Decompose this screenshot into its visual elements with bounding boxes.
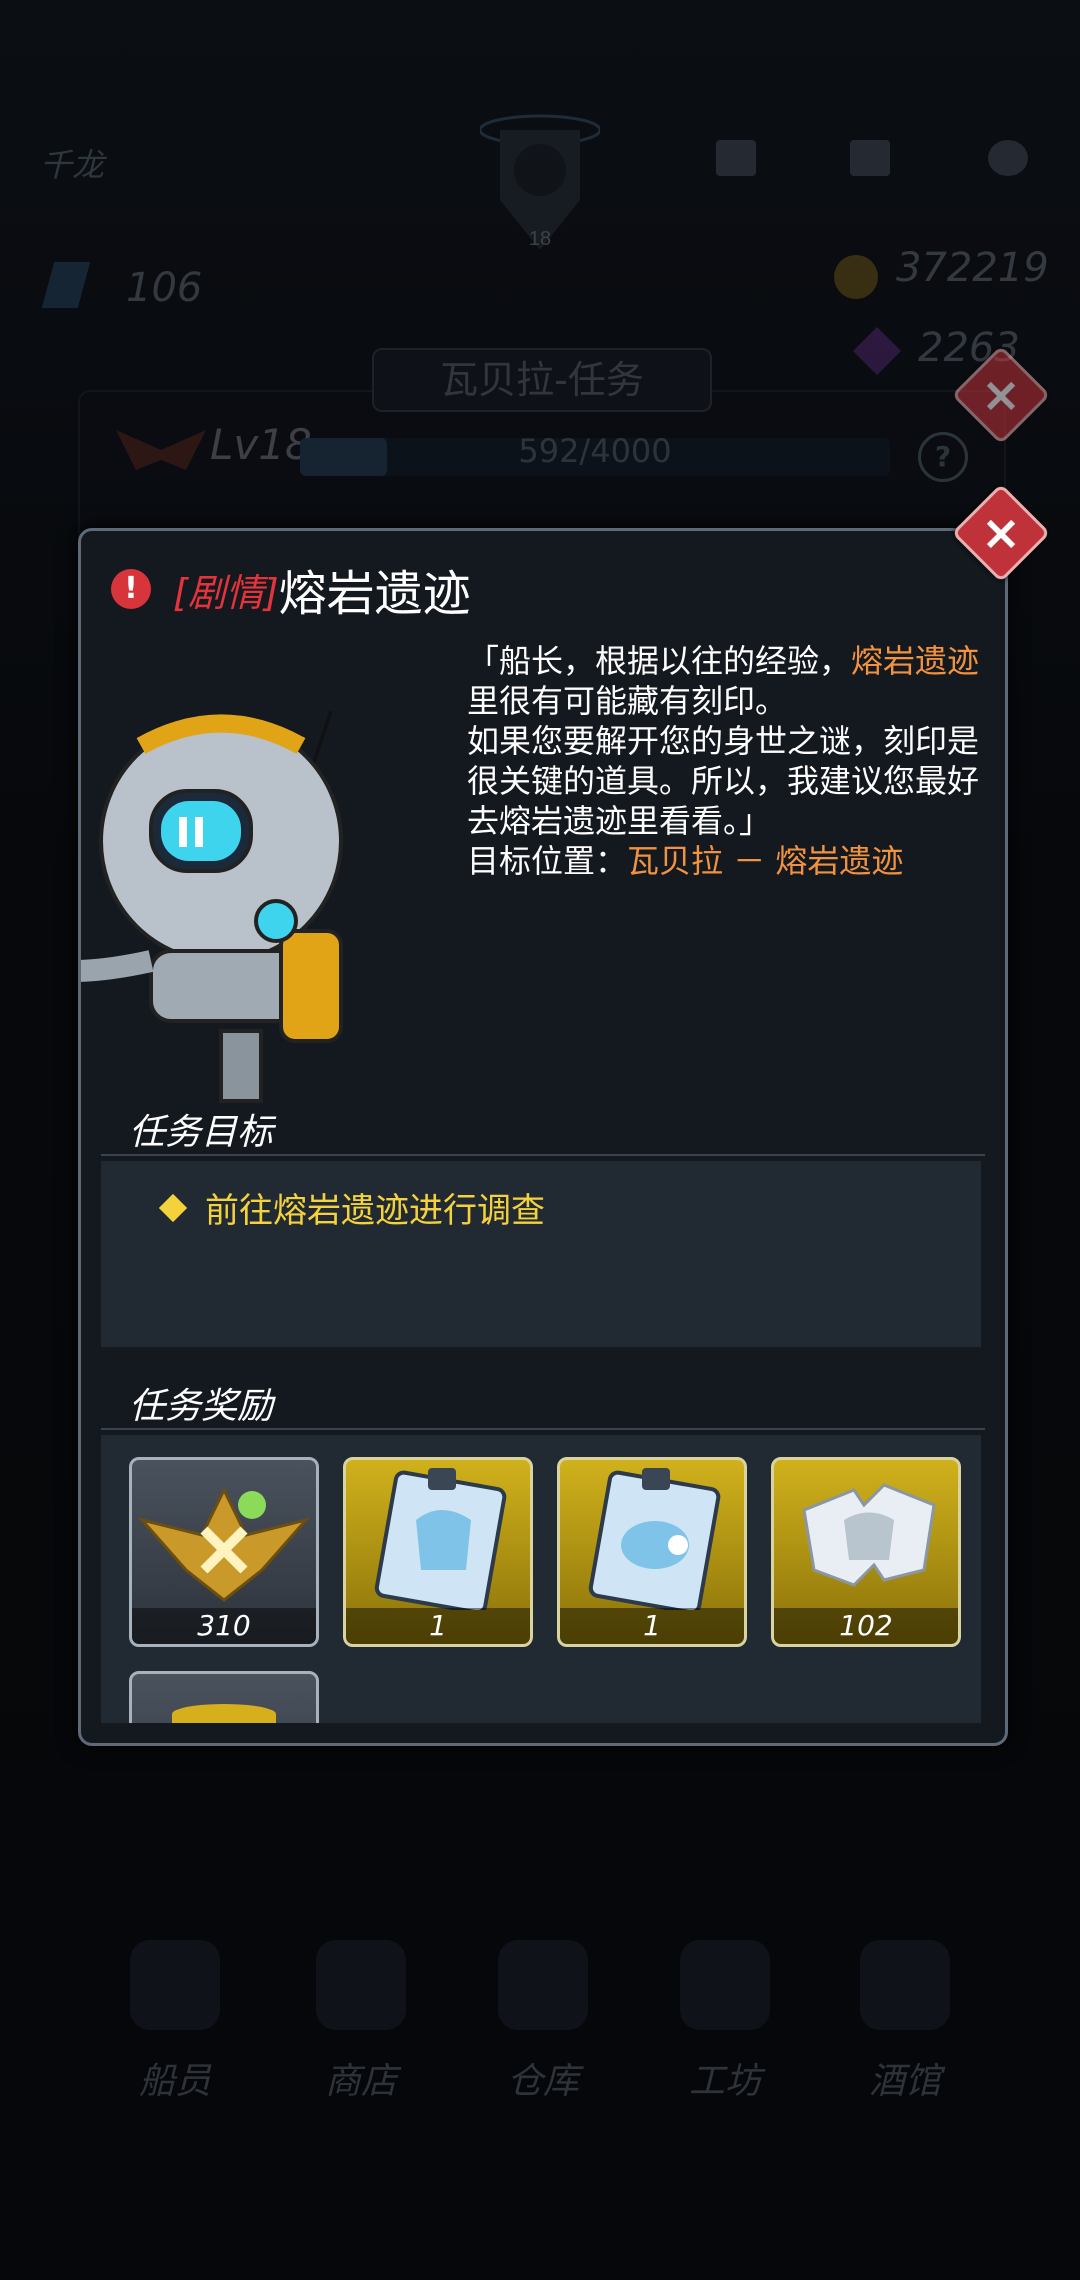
nav-label: 商店 <box>324 2061 397 2102</box>
settings-gear-icon[interactable] <box>988 140 1028 176</box>
reward-item[interactable]: 1 <box>557 1457 747 1647</box>
rank-emblem-icon: 18 <box>480 114 600 250</box>
quest-detail-dialog: ! [剧情] 熔岩遗迹 「船长，根据以往的经验，熔岩遗迹里很有可能藏有刻印。 如… <box>78 528 1008 1746</box>
dialog-text: 「船长，根据以往的经验，熔岩遗迹里很有可能藏有刻印。 如果您要解开您的身世之谜，… <box>467 641 993 881</box>
nav-item-warehouse[interactable]: 仓库 <box>468 1940 618 2104</box>
tavern-icon <box>860 1940 950 2030</box>
quest-type-tag: [剧情] <box>173 570 279 615</box>
reward-count: 1 <box>346 1608 530 1644</box>
reward-count: 102 <box>774 1608 958 1644</box>
diamond-bullet-icon <box>158 1193 188 1222</box>
warehouse-icon <box>498 1940 588 2030</box>
nav-label: 工坊 <box>688 2061 761 2102</box>
reward-item[interactable]: 102 <box>771 1457 961 1647</box>
nav-label: 船员 <box>138 2061 211 2102</box>
divider <box>101 1428 985 1430</box>
alert-icon: ! <box>111 569 151 609</box>
energy-value: 106 <box>126 265 203 311</box>
nav-item-shop[interactable]: 商店 <box>286 1940 436 2104</box>
dialog-header: ! [剧情] 熔岩遗迹 <box>111 551 471 627</box>
weapon-blueprint-icon <box>588 1468 721 1610</box>
energy-bolt-icon <box>41 262 91 308</box>
close-icon: × <box>980 505 1022 561</box>
target-label: 目标位置： <box>467 842 628 880</box>
bottom-nav: 船员 商店 仓库 工坊 酒馆 <box>0 1940 1080 2160</box>
rewards-box: 310 1 1 102 <box>101 1435 981 1723</box>
dialog-text-segment: 「船长，根据以往的经验， <box>467 642 852 680</box>
nav-label: 酒馆 <box>868 2061 941 2102</box>
nav-item-workshop[interactable]: 工坊 <box>650 1940 800 2104</box>
nav-item-tavern[interactable]: 酒馆 <box>830 1940 980 2104</box>
dialog-highlight-location: 熔岩遗迹 <box>851 642 980 680</box>
quest-panel-title: 瓦贝拉-任务 <box>372 348 712 412</box>
sound-icon[interactable] <box>716 140 756 176</box>
reward-partial-icon <box>172 1704 276 1723</box>
armor-blueprint-icon <box>374 1468 507 1610</box>
objective-text: 前往熔岩遗迹进行调查 <box>205 1191 545 1231</box>
target-value: 瓦贝拉 － 熔岩遗迹 <box>627 842 904 880</box>
nav-item-crew[interactable]: 船员 <box>100 1940 250 2104</box>
objective-section-title: 任务目标 <box>129 1112 274 1153</box>
nav-label: 仓库 <box>506 2061 579 2102</box>
player-name: 千龙 <box>40 146 105 184</box>
level-wing-badge-icon <box>116 430 206 470</box>
objective-box: 前往熔岩遗迹进行调查 <box>101 1161 981 1347</box>
objective-item: 前往熔岩遗迹进行调查 <box>158 1183 545 1232</box>
quest-title: 熔岩遗迹 <box>278 566 471 622</box>
dialog-text-segment: 里很有可能藏有刻印。 <box>467 682 788 720</box>
close-icon: × <box>980 367 1022 423</box>
rank-badge-number: 18 <box>529 228 551 250</box>
gem-icon <box>852 326 902 376</box>
reward-count: 1 <box>560 1608 744 1644</box>
robot-npc-portrait <box>81 710 343 1103</box>
reward-item[interactable]: 310 <box>129 1457 319 1647</box>
rank-exp-badge-icon <box>137 1486 311 1602</box>
mail-icon[interactable] <box>850 140 890 176</box>
reward-item[interactable] <box>129 1671 319 1723</box>
gold-value: 372219 <box>896 245 1049 291</box>
shop-icon <box>316 1940 406 2030</box>
dialog-paragraph-2: 如果您要解开您的身世之谜，刻印是很关键的道具。所以，我建议您最好去熔岩遗迹里看看… <box>467 722 980 840</box>
target-location: 目标位置：瓦贝拉 － 熔岩遗迹 <box>467 841 993 881</box>
reward-count: 310 <box>132 1608 316 1644</box>
level-label: Lv18 <box>210 420 312 469</box>
rewards-section-title: 任务奖励 <box>129 1386 274 1427</box>
exp-text: 592/4000 <box>518 432 672 470</box>
gold-coin-icon <box>834 255 878 299</box>
reward-item[interactable]: 1 <box>343 1457 533 1647</box>
dialog-paragraph-1: 「船长，根据以往的经验，熔岩遗迹里很有可能藏有刻印。 <box>467 641 993 721</box>
divider <box>101 1154 985 1156</box>
armor-fragment-icon <box>802 1483 936 1587</box>
help-button[interactable]: ? <box>918 432 968 482</box>
workshop-icon <box>680 1940 770 2030</box>
crew-icon <box>130 1940 220 2030</box>
